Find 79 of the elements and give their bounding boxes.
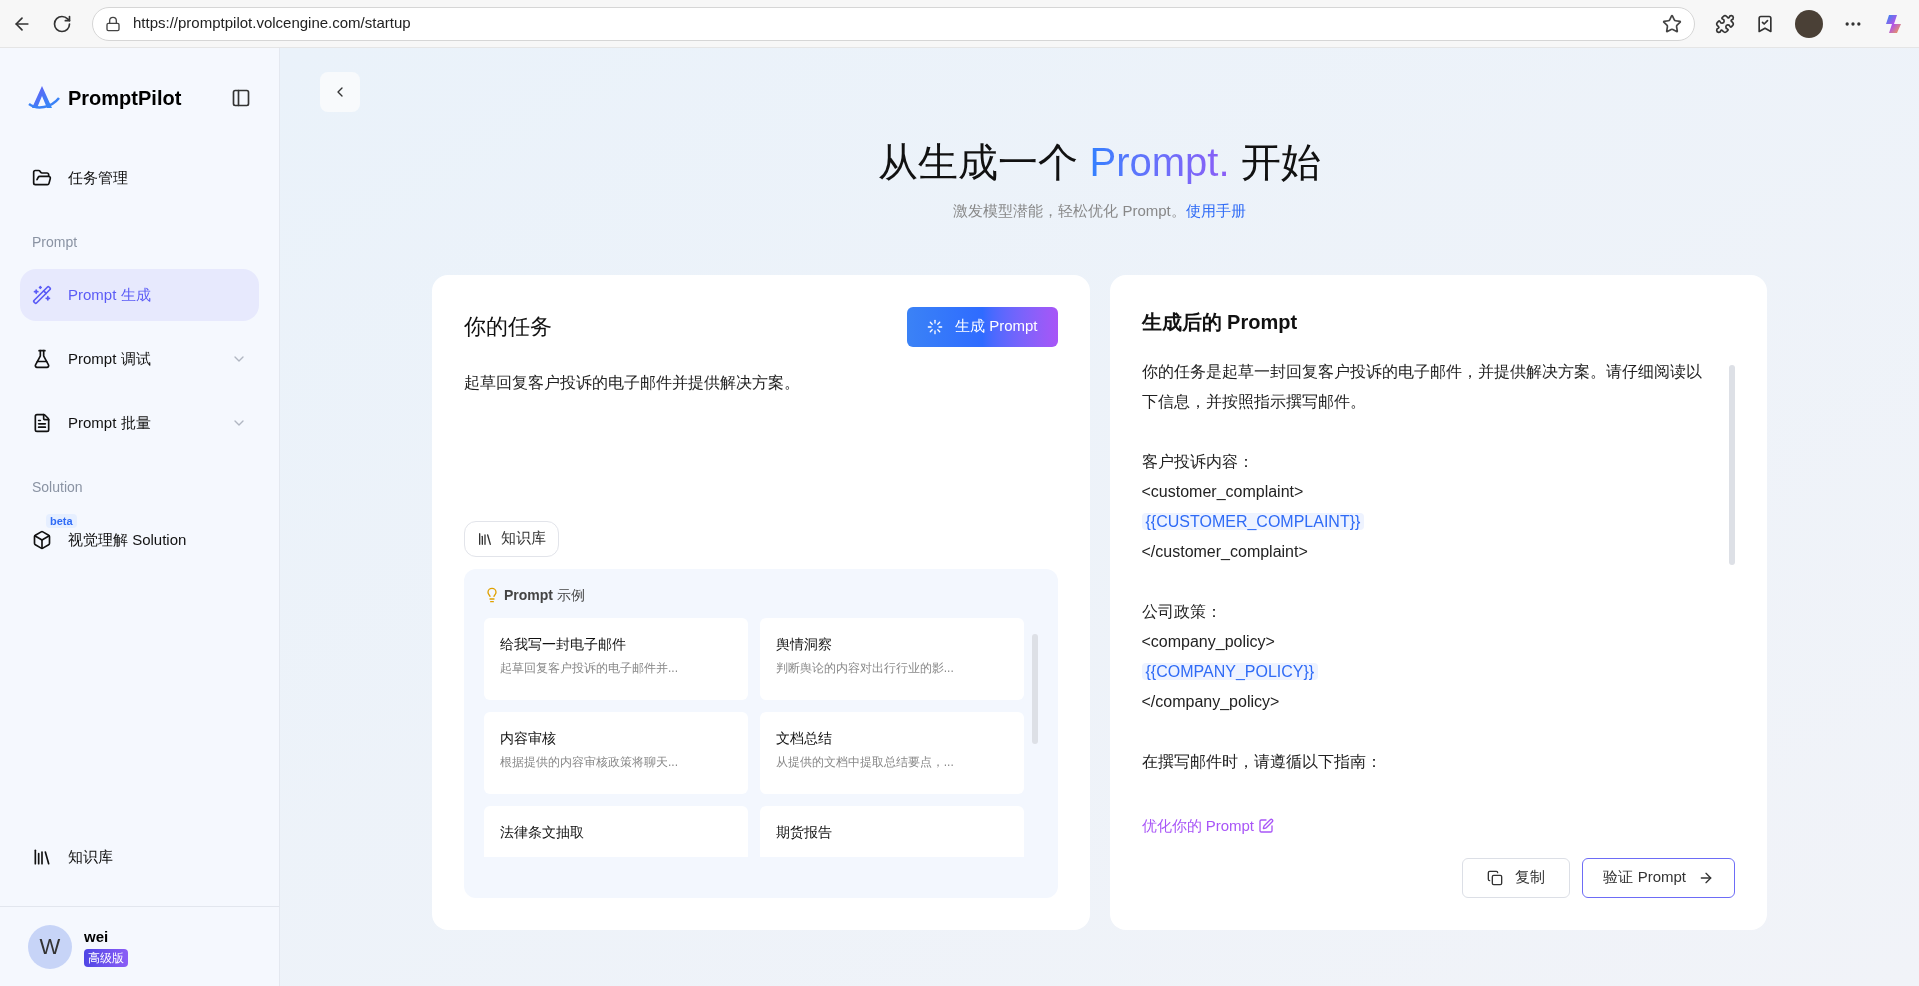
prompt-line: 你的任务是起草一封回复客户投诉的电子邮件，并提供解决方案。请仔细阅读以下信息，并按照指示撰写邮件。 xyxy=(1141,361,1703,412)
section-label: Prompt xyxy=(31,233,79,252)
logo-icon xyxy=(28,84,60,112)
knowledge-base-button[interactable]: 知识库 xyxy=(464,520,559,557)
prompt-line: </customer_complaint> xyxy=(1141,541,1309,562)
nav-label: Prompt 调试 xyxy=(68,348,152,369)
lock-icon xyxy=(105,15,121,32)
nav-label: 视觉理解 Solution xyxy=(68,529,188,550)
card-title: 生成后的 Prompt xyxy=(1141,309,1299,335)
prompt-line: <company_policy> xyxy=(1141,631,1276,652)
section-label: Solution xyxy=(31,478,84,497)
scrollbar[interactable] xyxy=(1729,364,1735,565)
card-title: 你的任务 xyxy=(464,313,552,341)
copy-button[interactable]: 复制 xyxy=(1462,857,1571,898)
star-icon[interactable] xyxy=(1662,13,1682,34)
nav-item[interactable]: Prompt 调试 xyxy=(20,333,259,385)
nav-item[interactable]: beta 视觉理解 Solution xyxy=(20,514,259,566)
example-description: 判断舆论的内容对出行行业的影... xyxy=(775,659,955,677)
spinner-icon xyxy=(927,318,943,335)
nav-item[interactable]: Prompt 批量 xyxy=(20,397,259,449)
lightbulb-icon xyxy=(484,587,500,603)
page-title: 从生成一个 Prompt. 开始 xyxy=(877,139,1322,186)
brand-name: PromptPilot xyxy=(68,86,182,111)
example-title: 法律条文抽取 xyxy=(500,822,585,842)
nav-label: 任务管理 xyxy=(68,167,129,188)
example-description: 起草回复客户投诉的电子邮件并... xyxy=(500,659,679,677)
edit-icon xyxy=(1258,818,1274,835)
favorites-icon[interactable] xyxy=(1755,13,1775,34)
example-description: 根据提供的内容审核政策将聊天... xyxy=(500,753,679,771)
example-title: 期货报告 xyxy=(775,822,833,842)
sidebar-toggle-icon[interactable] xyxy=(231,88,251,108)
plan-badge: 高级版 xyxy=(84,948,128,967)
scrollbar[interactable] xyxy=(1031,633,1038,744)
prompt-line: 在撰写邮件时，请遵循以下指南： xyxy=(1141,751,1383,772)
books-icon xyxy=(32,847,52,867)
folder-icon xyxy=(32,168,52,188)
example-title: 舆情洞察 xyxy=(775,634,833,654)
example-description: 从提供的文档中提取总结要点，... xyxy=(775,753,955,771)
url-text: https://promptpilot.volcengine.com/startup xyxy=(133,13,412,34)
knowledge-base-link[interactable]: 知识库 xyxy=(20,832,259,882)
examples-title: Prompt 示例 xyxy=(504,585,585,605)
reload-icon[interactable] xyxy=(52,13,72,34)
nav-item[interactable]: Prompt 生成 xyxy=(20,269,259,321)
example-card[interactable]: 内容审核 根据提供的内容审核政策将聊天... xyxy=(484,711,748,794)
address-bar[interactable]: https://promptpilot.volcengine.com/startup xyxy=(92,6,1695,41)
copy-icon xyxy=(1487,869,1504,886)
file-icon xyxy=(32,413,52,433)
flask-icon xyxy=(32,349,52,369)
optimize-prompt-link[interactable]: 优化你的 Prompt xyxy=(1141,815,1274,838)
wand-icon xyxy=(32,285,52,305)
example-card[interactable]: 期货报告 xyxy=(759,805,1024,857)
example-title: 给我写一封电子邮件 xyxy=(500,634,627,654)
profile-avatar[interactable] xyxy=(1795,9,1823,38)
extensions-icon[interactable] xyxy=(1715,13,1735,34)
user-avatar[interactable]: W xyxy=(28,924,72,969)
user-name: wei xyxy=(84,927,109,948)
example-title: 文档总结 xyxy=(775,728,833,748)
generate-prompt-button[interactable]: 生成 Prompt xyxy=(907,306,1058,347)
example-card[interactable]: 舆情洞察 判断舆论的内容对出行行业的影... xyxy=(759,617,1024,700)
nav-label: Prompt 批量 xyxy=(68,412,152,433)
template-variable: {{COMPANY_POLICY}} xyxy=(1141,662,1319,680)
prompt-line: </company_policy> xyxy=(1141,691,1281,712)
template-variable: {{CUSTOMER_COMPLAINT}} xyxy=(1141,512,1365,530)
prompt-line: 客户投诉内容： xyxy=(1141,451,1255,472)
example-card[interactable]: 给我写一封电子邮件 起草回复客户投诉的电子邮件并... xyxy=(484,617,748,700)
prompt-line: <customer_complaint> xyxy=(1141,481,1305,502)
task-text[interactable]: 起草回复客户投诉的电子邮件并提供解决方案。 xyxy=(464,370,1058,521)
manual-link[interactable]: 使用手册 xyxy=(1185,200,1246,223)
nav-item[interactable]: 任务管理 xyxy=(20,152,259,204)
nav-label: Prompt 生成 xyxy=(68,284,152,305)
books-icon xyxy=(477,530,493,547)
example-card[interactable]: 法律条文抽取 xyxy=(484,805,748,857)
cube-icon xyxy=(32,530,52,550)
prompt-line: 公司政策： xyxy=(1141,601,1223,622)
beta-badge: beta xyxy=(46,514,77,528)
verify-prompt-button[interactable]: 验证 Prompt xyxy=(1582,857,1735,898)
subtitle: 激发模型潜能，轻松优化 Prompt。 xyxy=(953,201,1186,221)
example-title: 内容审核 xyxy=(500,728,557,748)
example-card[interactable]: 文档总结 从提供的文档中提取总结要点，... xyxy=(759,711,1024,794)
